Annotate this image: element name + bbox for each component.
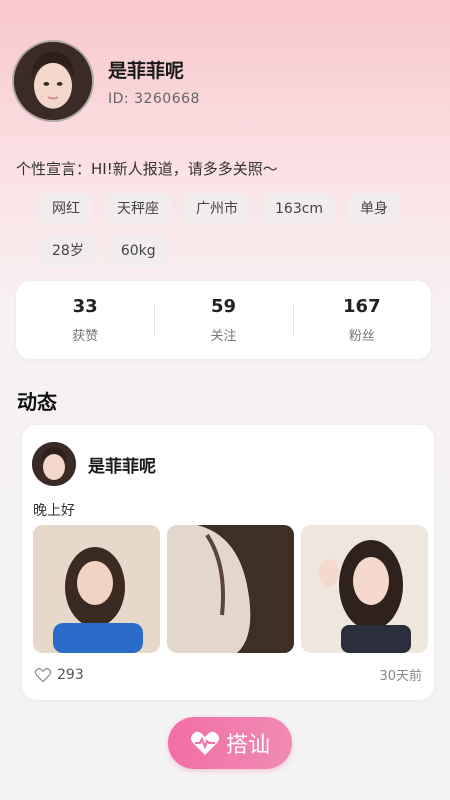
stat-value: 59 <box>210 296 237 317</box>
tag-item: 28岁 <box>40 235 96 267</box>
chat-up-label: 搭讪 <box>225 733 270 758</box>
feed-section-title: 动态 <box>17 390 57 414</box>
profile-motto: 个性宣言：HI!新人报道，请多多关照～ <box>16 160 278 178</box>
post-header: 是菲菲呢 <box>32 442 156 486</box>
profile-header: 是菲菲呢 ID: 3260668 <box>12 40 200 122</box>
tag-item: 天秤座 <box>105 193 171 225</box>
tag-item: 网红 <box>40 193 92 225</box>
post-photo[interactable] <box>167 525 294 653</box>
post-card[interactable]: 是菲菲呢 晚上好 293 30天前 <box>22 425 434 700</box>
profile-tags: 网红 天秤座 广州市 163cm 单身 28岁 60kg <box>40 193 420 267</box>
stat-likes[interactable]: 33 获赞 <box>16 296 154 344</box>
stats-card: 33 获赞 59 关注 167 粉丝 <box>16 281 431 359</box>
post-author-name[interactable]: 是菲菲呢 <box>88 452 156 477</box>
post-photos <box>33 525 428 653</box>
post-text: 晚上好 <box>33 503 75 519</box>
stat-label: 关注 <box>210 329 237 344</box>
stat-value: 33 <box>72 296 98 317</box>
post-time: 30天前 <box>379 669 422 684</box>
tag-item: 163cm <box>263 193 336 225</box>
post-photo[interactable] <box>33 525 160 653</box>
stat-value: 167 <box>343 296 381 317</box>
heart-pulse-icon <box>190 731 219 755</box>
chat-up-button[interactable]: 搭讪 <box>168 717 292 769</box>
like-count: 293 <box>57 666 84 683</box>
stat-following[interactable]: 59 关注 <box>154 296 292 344</box>
tag-item: 60kg <box>108 235 168 267</box>
heart-outline-icon <box>34 667 52 682</box>
post-author-avatar[interactable] <box>32 442 76 486</box>
stat-label: 获赞 <box>72 329 99 344</box>
stat-followers[interactable]: 167 粉丝 <box>292 296 431 344</box>
like-button[interactable]: 293 <box>34 667 84 683</box>
tag-item: 广州市 <box>184 193 250 225</box>
post-photo[interactable] <box>301 525 428 653</box>
post-footer: 293 30天前 <box>34 665 422 684</box>
profile-id: ID: 3260668 <box>108 90 200 107</box>
tag-item: 单身 <box>348 193 401 225</box>
profile-name: 是菲菲呢 <box>108 59 185 82</box>
profile-avatar[interactable] <box>12 40 94 122</box>
stat-label: 粉丝 <box>348 329 375 344</box>
